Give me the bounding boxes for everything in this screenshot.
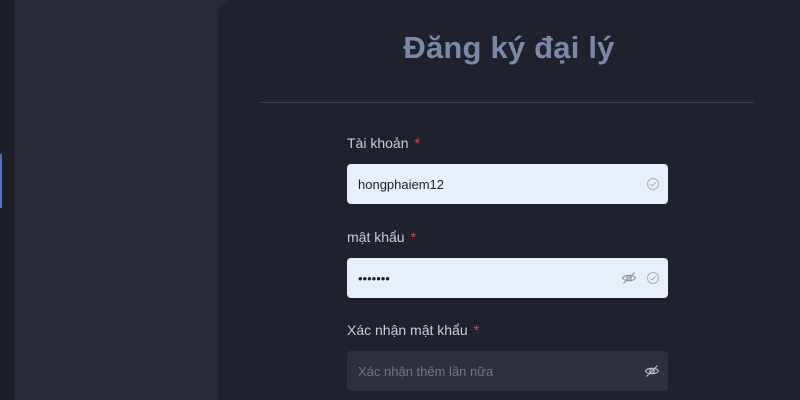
- confirm-password-label: Xác nhận mật khẩu *: [347, 322, 479, 338]
- password-input[interactable]: [347, 258, 668, 298]
- password-label: mật khẩu *: [347, 229, 416, 245]
- required-marker: *: [473, 322, 480, 338]
- username-field: [347, 164, 668, 204]
- username-label-text: Tài khoản: [347, 135, 409, 151]
- check-circle-icon: [645, 176, 661, 192]
- page-title: Đăng ký đại lý: [403, 30, 615, 65]
- check-circle-icon: [645, 270, 661, 286]
- page: Đăng ký đại lý Tài khoản * mật khẩu *: [0, 0, 800, 400]
- username-label: Tài khoản *: [347, 135, 420, 151]
- required-marker: *: [414, 135, 420, 151]
- confirm-password-input[interactable]: [347, 351, 668, 391]
- username-input[interactable]: [347, 164, 668, 204]
- title-divider: [261, 102, 754, 103]
- password-field: [347, 258, 668, 298]
- register-agent-card: Đăng ký đại lý Tài khoản * mật khẩu *: [218, 0, 800, 400]
- eye-off-icon[interactable]: [644, 363, 660, 379]
- required-marker: *: [410, 229, 417, 245]
- active-nav-indicator: [0, 154, 2, 208]
- sidebar-panel: [14, 0, 218, 400]
- confirm-password-field: [347, 351, 668, 391]
- confirm-password-label-text: Xác nhận mật khẩu: [347, 322, 468, 338]
- password-label-text: mật khẩu: [347, 229, 405, 245]
- eye-off-icon[interactable]: [621, 270, 637, 286]
- left-nav-strip: [0, 0, 14, 400]
